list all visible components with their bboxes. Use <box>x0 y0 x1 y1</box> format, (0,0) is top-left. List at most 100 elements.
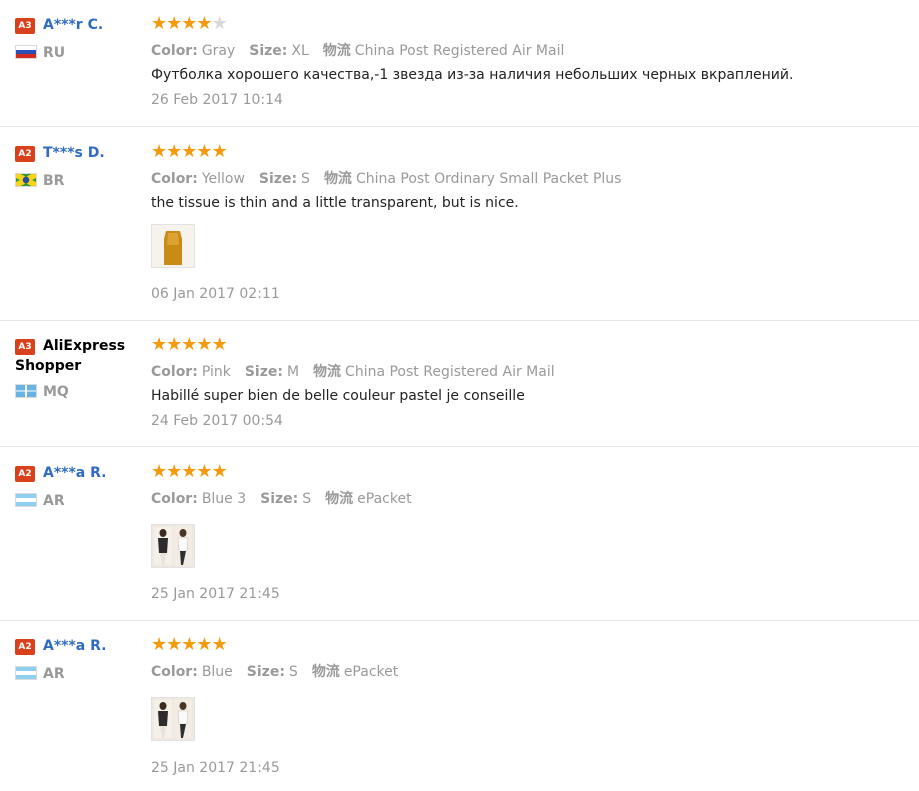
country-code: BR <box>43 173 65 189</box>
order-attributes: Color: Blue 3 Size: S 物流 ePacket <box>151 488 412 508</box>
review-text: Футболка хорошего качества,-1 звезда из-… <box>151 67 794 83</box>
size-value: S <box>288 664 298 680</box>
review-list: A3 A***r C. RU ★★★★★ Color: Gray Size: XL 物流 C… <box>0 0 919 791</box>
country-code: MQ <box>43 384 69 400</box>
star-filled-icon: ★ <box>151 141 167 162</box>
review-photo-thumbnail[interactable] <box>151 524 195 568</box>
reviewer-name[interactable]: T***s D. <box>43 145 105 161</box>
color-value: Pink <box>201 364 231 380</box>
reviewer-name[interactable]: A***a R. <box>43 465 106 481</box>
review-text: the tissue is thin and a little transpar… <box>151 195 519 211</box>
argentina-flag-icon <box>15 666 37 680</box>
divider <box>0 620 919 621</box>
order-attributes: Color: Gray Size: XL 物流 China Post Registered… <box>151 40 564 60</box>
shipping-label: 物流 <box>323 171 352 187</box>
star-filled-icon: ★ <box>181 634 197 655</box>
buyer-level-badge: A2 <box>15 639 35 655</box>
star-filled-icon: ★ <box>181 334 197 355</box>
star-filled-icon: ★ <box>166 634 182 655</box>
color-label: Color: <box>151 43 198 59</box>
size-label: Size: <box>246 664 285 680</box>
shipping-value: ePacket <box>357 491 412 507</box>
martinique-flag-icon <box>15 384 37 398</box>
color-value: Yellow <box>201 171 245 187</box>
size-value: M <box>286 364 300 380</box>
star-filled-icon: ★ <box>196 141 212 162</box>
shipping-value: China Post Registered Air Mail <box>345 364 555 380</box>
star-filled-icon: ★ <box>151 461 167 482</box>
color-value: Blue <box>201 664 233 680</box>
country-code: AR <box>43 666 65 682</box>
star-filled-icon: ★ <box>166 334 182 355</box>
star-filled-icon: ★ <box>166 13 182 34</box>
color-value: Blue 3 <box>201 491 247 507</box>
review-text: Habillé super bien de belle couleur past… <box>151 388 525 404</box>
review-date: 24 Feb 2017 00:54 <box>151 413 283 429</box>
color-label: Color: <box>151 491 198 507</box>
star-filled-icon: ★ <box>166 141 182 162</box>
size-value: S <box>301 171 310 187</box>
reviewer-name[interactable]: A***r C. <box>43 17 103 33</box>
review-date: 25 Jan 2017 21:45 <box>151 586 280 602</box>
star-filled-icon: ★ <box>166 461 182 482</box>
rating-stars: ★★★★★ <box>151 461 228 482</box>
shipping-label: 物流 <box>313 364 342 380</box>
star-filled-icon: ★ <box>151 13 167 34</box>
shipping-label: 物流 <box>311 664 340 680</box>
review-date: 06 Jan 2017 02:11 <box>151 286 280 302</box>
reviewer-info: A2 A***a R. AR <box>15 636 145 682</box>
buyer-level-badge: A3 <box>15 339 35 355</box>
shipping-value: ePacket <box>343 664 399 680</box>
star-filled-icon: ★ <box>181 141 197 162</box>
star-filled-icon: ★ <box>196 334 212 355</box>
divider <box>0 320 919 321</box>
size-label: Size: <box>244 364 283 380</box>
star-filled-icon: ★ <box>151 334 167 355</box>
color-label: Color: <box>151 364 198 380</box>
size-label: Size: <box>258 171 298 187</box>
star-filled-icon: ★ <box>181 461 197 482</box>
size-value: S <box>302 491 312 507</box>
reviewer-name[interactable]: A***a R. <box>43 638 106 654</box>
shipping-value: China Post Ordinary Small Packet Plus <box>355 171 622 187</box>
buyer-level-badge: A2 <box>15 466 35 482</box>
outfit-photo-icon <box>152 525 194 567</box>
star-filled-icon: ★ <box>151 634 167 655</box>
star-filled-icon: ★ <box>181 13 197 34</box>
star-filled-icon: ★ <box>196 13 212 34</box>
shipping-label: 物流 <box>325 491 354 507</box>
brazil-flag-icon <box>15 173 37 187</box>
rating-stars: ★★★★★ <box>151 634 228 655</box>
buyer-level-badge: A3 <box>15 18 35 34</box>
country-code: AR <box>43 493 65 509</box>
star-filled-icon: ★ <box>211 634 228 655</box>
star-filled-icon: ★ <box>196 634 212 655</box>
reviewer-info: A3 A***r C. RU <box>15 15 145 61</box>
outfit-photo-icon <box>152 698 194 740</box>
star-empty-icon: ★ <box>211 13 228 34</box>
star-filled-icon: ★ <box>211 461 228 482</box>
country-code: RU <box>43 45 66 61</box>
size-label: Size: <box>249 43 288 59</box>
rating-stars: ★★★★★ <box>151 13 228 34</box>
color-label: Color: <box>151 664 198 680</box>
yellow-shirt-photo-icon <box>152 225 194 267</box>
review-date: 25 Jan 2017 21:45 <box>151 760 280 776</box>
reviewer-info: A2 T***s D. BR <box>15 143 145 189</box>
size-value: XL <box>291 43 309 59</box>
rating-stars: ★★★★★ <box>151 141 228 162</box>
order-attributes: Color: Pink Size: M 物流 China Post Registered … <box>151 361 555 381</box>
size-label: Size: <box>260 491 299 507</box>
divider <box>0 446 919 447</box>
star-filled-icon: ★ <box>211 334 228 355</box>
review-photo-thumbnail[interactable] <box>151 224 195 268</box>
rating-stars: ★★★★★ <box>151 334 228 355</box>
color-value: Gray <box>201 43 236 59</box>
buyer-level-badge: A2 <box>15 146 35 162</box>
argentina-flag-icon <box>15 493 37 507</box>
reviewer-info: A3 AliExpress Shopper MQ <box>15 336 145 400</box>
review-date: 26 Feb 2017 10:14 <box>151 92 283 108</box>
order-attributes: Color: Blue Size: S 物流 ePacket <box>151 661 398 681</box>
review-photo-thumbnail[interactable] <box>151 697 195 741</box>
reviewer-info: A2 A***a R. AR <box>15 463 145 509</box>
